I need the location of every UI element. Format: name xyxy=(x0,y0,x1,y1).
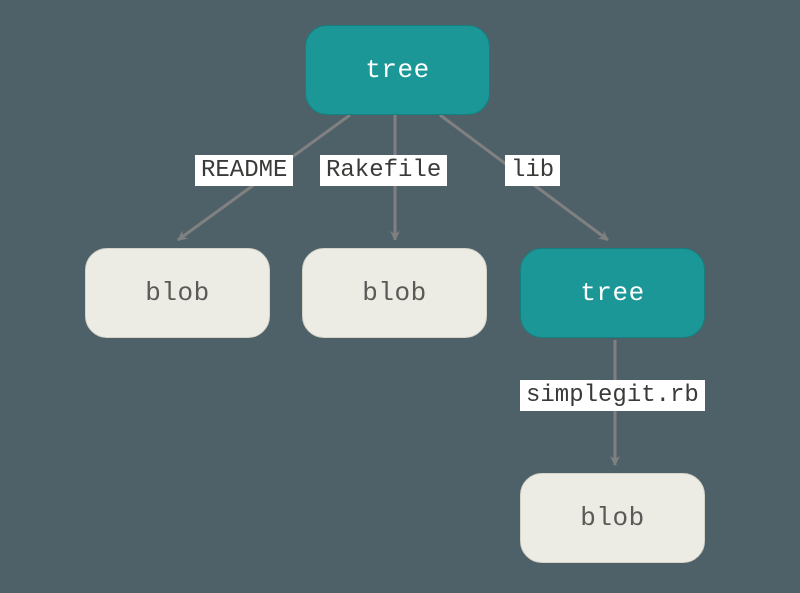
git-tree-diagram: tree README Rakefile lib blob blob tree … xyxy=(0,0,800,593)
node-label: blob xyxy=(145,278,209,308)
node-lib-tree: tree xyxy=(520,248,705,338)
node-label: tree xyxy=(580,278,644,308)
edge-label-lib: lib xyxy=(505,155,560,186)
edge-label-rakefile: Rakefile xyxy=(320,155,447,186)
node-label: tree xyxy=(365,55,429,85)
node-label: blob xyxy=(362,278,426,308)
node-blob-rakefile: blob xyxy=(302,248,487,338)
node-root-tree: tree xyxy=(305,25,490,115)
edge-label-simplegit: simplegit.rb xyxy=(520,380,705,411)
node-blob-simplegit: blob xyxy=(520,473,705,563)
node-label: blob xyxy=(580,503,644,533)
edge-label-readme: README xyxy=(195,155,293,186)
node-blob-readme: blob xyxy=(85,248,270,338)
